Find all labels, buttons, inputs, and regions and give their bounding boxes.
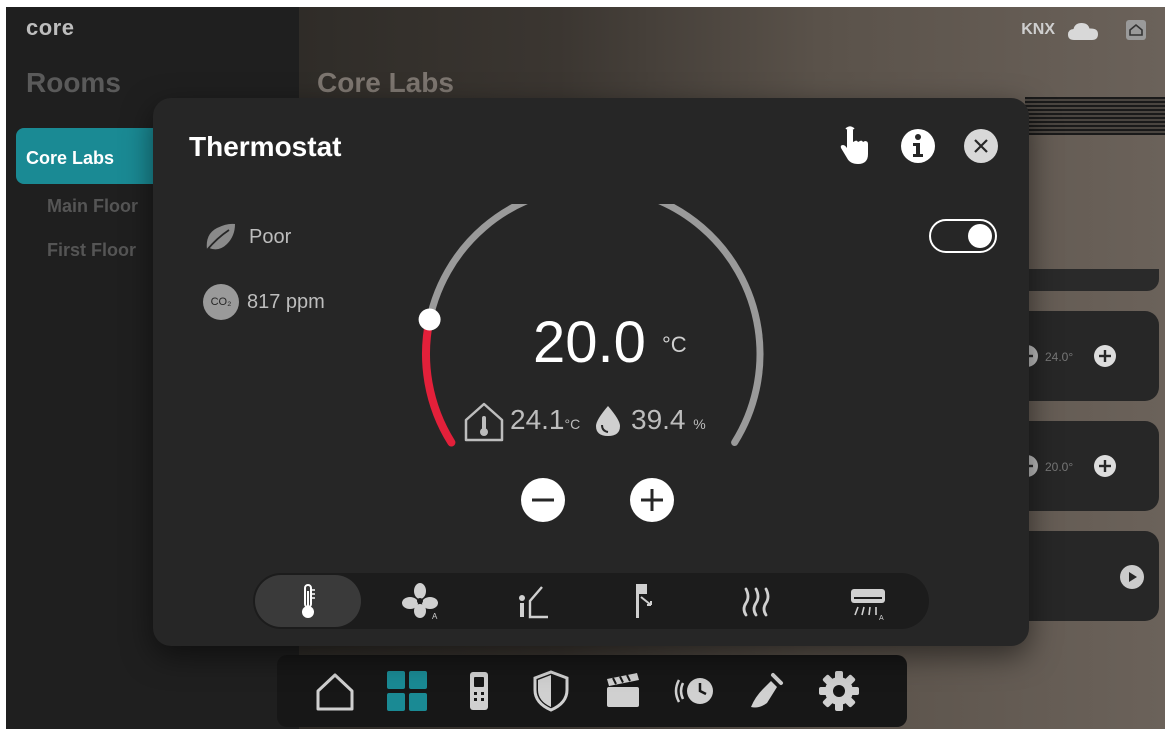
play-icon[interactable] <box>1119 564 1145 590</box>
side-card-1[interactable]: 24.0° <box>1009 311 1159 401</box>
thermostat-dialog: Thermostat Poor CO₂ 817 ppm 20.0 °C 24.1… <box>153 98 1029 646</box>
bottom-dock <box>277 655 907 727</box>
dialog-title: Thermostat <box>189 131 342 162</box>
house-thermometer-icon <box>464 402 504 442</box>
svg-text:A: A <box>879 615 884 621</box>
co2-value: 817 ppm <box>247 290 325 313</box>
side-card-value: 24.0° <box>1045 350 1074 364</box>
grid-icon[interactable] <box>385 669 429 713</box>
sidebar-item-core-labs[interactable]: Core Labs <box>16 128 176 184</box>
room-temp-value: 24.1 <box>510 404 565 435</box>
setpoint-unit: °C <box>662 332 687 357</box>
humidity-unit: % <box>693 416 706 432</box>
cleaning-icon[interactable] <box>745 669 789 713</box>
leaf-icon <box>206 223 235 251</box>
co2-reading: CO₂ 817 ppm <box>203 284 325 320</box>
room-temperature: 24.1°C <box>510 404 580 436</box>
flag-icon[interactable] <box>624 581 664 621</box>
heat-waves-icon[interactable] <box>736 581 776 621</box>
svg-text:A: A <box>432 612 438 621</box>
room-title: Core Labs <box>317 67 454 98</box>
ac-unit-icon[interactable]: A <box>848 581 888 621</box>
hand-pointer-icon[interactable] <box>835 126 875 166</box>
dial-knob[interactable] <box>418 308 441 331</box>
side-card-value: 20.0° <box>1045 460 1074 474</box>
humidity: 39.4 % <box>631 404 706 436</box>
thermometer-icon[interactable] <box>288 581 328 621</box>
side-card-3[interactable] <box>1009 531 1159 621</box>
fan-auto-icon[interactable]: A <box>400 581 440 621</box>
room-temp-unit: °C <box>564 416 581 432</box>
side-card-2[interactable]: 20.0° <box>1009 421 1159 511</box>
app-window: core Rooms Core Labs Main Floor First Fl… <box>6 7 1165 729</box>
plus-icon <box>641 489 663 511</box>
dial-active-arc <box>422 315 456 447</box>
home-icon[interactable] <box>313 669 357 713</box>
plus-icon[interactable] <box>1093 344 1117 368</box>
sidebar-item-main-floor[interactable]: Main Floor <box>47 196 138 217</box>
increase-button[interactable] <box>630 478 674 522</box>
power-toggle[interactable] <box>929 219 997 253</box>
decrease-button[interactable] <box>521 478 565 522</box>
info-icon[interactable] <box>898 126 938 166</box>
setpoint-value: 20.0 <box>533 310 646 375</box>
seat-icon[interactable] <box>512 581 552 621</box>
background-vent <box>1025 97 1165 135</box>
plus-icon[interactable] <box>1093 454 1117 478</box>
sidebar-item-first-floor[interactable]: First Floor <box>47 240 136 261</box>
air-quality-label: Poor <box>249 225 292 248</box>
schedule-icon[interactable] <box>673 669 717 713</box>
home-icon[interactable] <box>1125 19 1147 41</box>
mode-selector: A A <box>253 573 929 629</box>
intercom-icon[interactable] <box>457 669 501 713</box>
minus-icon <box>532 498 554 502</box>
protocol-label: KNX <box>1021 21 1055 38</box>
settings-icon[interactable] <box>817 669 861 713</box>
shield-icon[interactable] <box>529 669 573 713</box>
air-quality: Poor <box>203 222 291 252</box>
humidity-drop-icon <box>596 406 620 436</box>
humidity-value: 39.4 <box>631 404 686 435</box>
brand-logo: core <box>26 15 75 40</box>
background-shelf <box>1009 269 1159 291</box>
co2-badge: CO₂ <box>203 284 239 320</box>
toggle-knob <box>968 224 992 248</box>
scene-icon[interactable] <box>601 669 645 713</box>
cloud-icon[interactable] <box>1067 21 1099 41</box>
rooms-title: Rooms <box>26 67 121 98</box>
close-icon[interactable] <box>961 126 1001 166</box>
